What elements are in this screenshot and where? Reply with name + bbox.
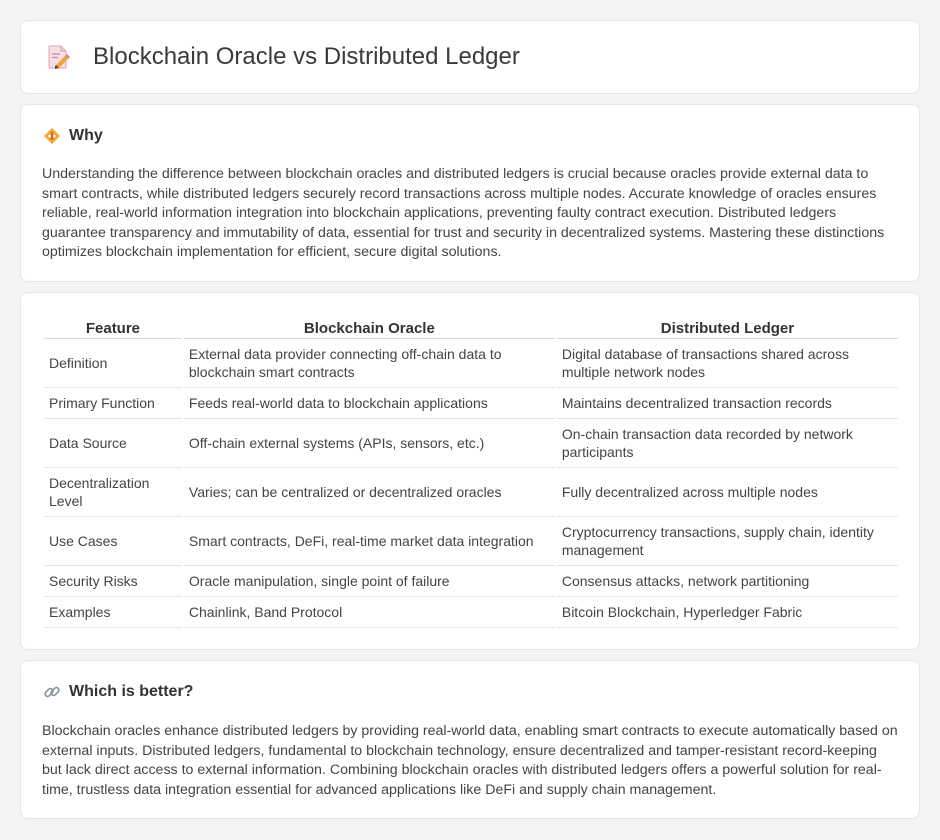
why-text: Understanding the difference between blo… [42,166,885,261]
oracle-cell: Smart contracts, DeFi, real-time market … [183,517,555,566]
feature-cell: Definition [44,339,182,388]
ledger-cell: Digital database of transactions shared … [556,339,898,388]
table-row: Decentralization Level Varies; can be ce… [44,468,898,517]
comparison-section: Feature Blockchain Oracle Distributed Le… [20,292,920,650]
feature-cell: Examples [44,597,182,628]
comparison-table: Feature Blockchain Oracle Distributed Le… [42,317,900,628]
oracle-cell: Chainlink, Band Protocol [183,597,555,628]
oracle-cell: Off-chain external systems (APIs, sensor… [183,419,555,468]
feature-cell: Use Cases [44,517,182,566]
column-header-ledger: Distributed Ledger [556,317,898,339]
ledger-cell: Maintains decentralized transaction reco… [556,388,898,419]
header-card: Blockchain Oracle vs Distributed Ledger [20,20,920,94]
which-is-better-section: Which is better? Blockchain oracles enha… [20,660,920,819]
feature-cell: Decentralization Level [44,468,182,517]
feature-cell: Data Source [44,419,182,468]
ledger-cell: Cryptocurrency transactions, supply chai… [556,517,898,566]
ledger-cell: On-chain transaction data recorded by ne… [556,419,898,468]
why-title: Why [69,127,103,144]
feature-cell: Primary Function [44,388,182,419]
table-row: Examples Chainlink, Band Protocol Bitcoi… [44,597,898,628]
column-header-feature: Feature [44,317,182,339]
table-row: Use Cases Smart contracts, DeFi, real-ti… [44,517,898,566]
table-row: Definition External data provider connec… [44,339,898,388]
oracle-cell: Varies; can be centralized or decentrali… [183,468,555,517]
table-header-row: Feature Blockchain Oracle Distributed Le… [44,317,898,339]
better-title: Which is better? [69,683,194,700]
ledger-cell: Consensus attacks, network partitioning [556,566,898,597]
oracle-cell: Oracle manipulation, single point of fai… [183,566,555,597]
better-text: Blockchain oracles enhance distributed l… [42,723,898,798]
document-pen-icon [47,44,71,70]
feature-cell: Security Risks [44,566,182,597]
oracle-cell: External data provider connecting off-ch… [183,339,555,388]
page-title: Blockchain Oracle vs Distributed Ledger [93,43,520,70]
table-row: Primary Function Feeds real-world data t… [44,388,898,419]
link-icon [43,683,61,701]
diamond-badge-icon [43,127,61,145]
ledger-cell: Bitcoin Blockchain, Hyperledger Fabric [556,597,898,628]
ledger-cell: Fully decentralized across multiple node… [556,468,898,517]
column-header-oracle: Blockchain Oracle [183,317,555,339]
why-section: Why Understanding the difference between… [20,104,920,282]
oracle-cell: Feeds real-world data to blockchain appl… [183,388,555,419]
table-row: Security Risks Oracle manipulation, sing… [44,566,898,597]
table-row: Data Source Off-chain external systems (… [44,419,898,468]
